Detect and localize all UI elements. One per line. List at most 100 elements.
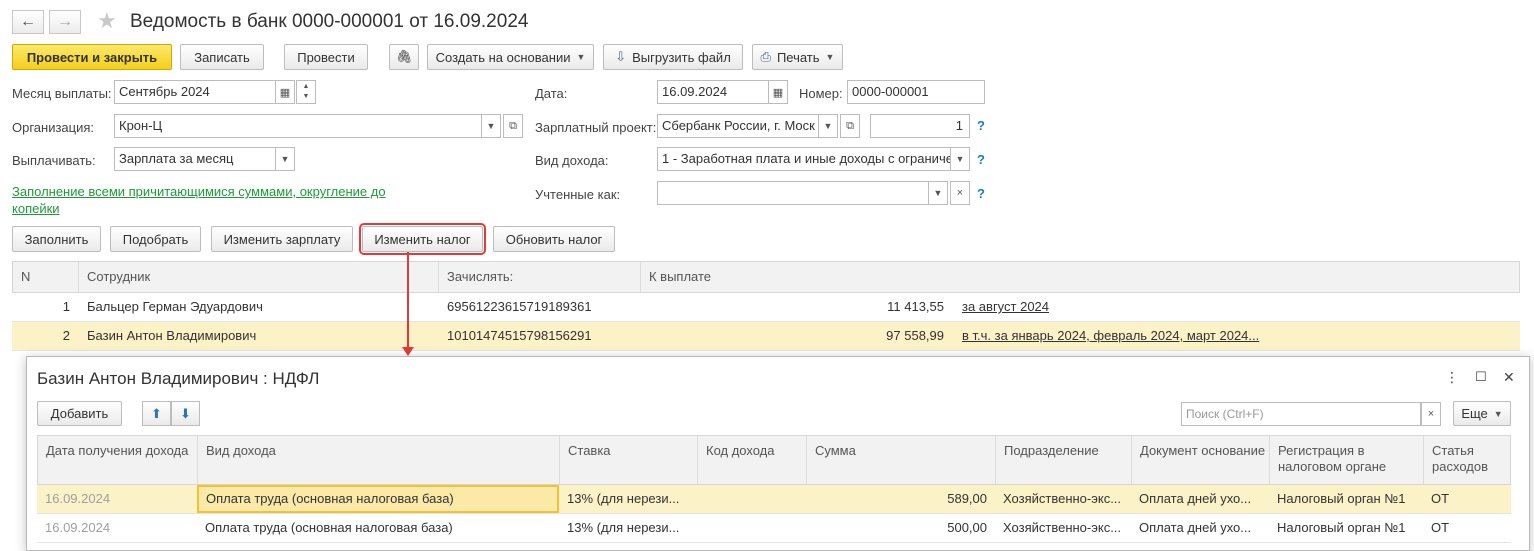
forward-button[interactable]: →	[49, 10, 81, 34]
column-header-registration[interactable]: Регистрация в налоговом органе	[1270, 436, 1424, 484]
salary-project-dropdown-button[interactable]: ▼	[818, 114, 838, 138]
table-row[interactable]: 16.09.2024 Оплата труда (основная налого…	[37, 485, 1511, 514]
column-header-account[interactable]: Зачислять:	[439, 262, 641, 292]
export-file-button[interactable]: ⇩ Выгрузить файл	[603, 44, 743, 70]
update-tax-button[interactable]: Обновить налог	[493, 226, 615, 252]
open-form-icon: ⧉	[846, 119, 854, 132]
period-link[interactable]: в т.ч. за январь 2024, февраль 2024, мар…	[962, 322, 1259, 350]
help-icon[interactable]: ?	[977, 118, 985, 133]
column-header-code[interactable]: Код дохода	[698, 436, 807, 484]
pay-label: Выплачивать:	[12, 153, 96, 168]
export-file-label: Выгрузить файл	[632, 49, 731, 65]
department: Хозяйственно-экс...	[1003, 491, 1122, 506]
close-icon: ×	[956, 187, 964, 199]
salary-project-field[interactable]: Сбербанк России, г. Моск	[657, 114, 819, 138]
post-button[interactable]: Провести	[284, 44, 368, 70]
print-label: Печать	[776, 49, 820, 65]
table-header: N Сотрудник Зачислять: К выплате	[12, 261, 1520, 293]
income-sum: 500,00	[947, 520, 987, 535]
ndfl-subwindow: Базин Антон Владимирович : НДФЛ ⋮ ☐ ✕ До…	[26, 356, 1530, 551]
arrow-up-icon: ⬆	[151, 405, 162, 421]
more-vertical-icon[interactable]: ⋮	[1445, 369, 1459, 386]
help-icon[interactable]: ?	[977, 152, 985, 167]
table-row[interactable]: 16.09.2024 Оплата труда (основная налого…	[37, 514, 1511, 543]
accounted-clear-button[interactable]: ×	[950, 181, 970, 205]
date-calendar-button[interactable]: ▦	[768, 80, 788, 104]
post-and-close-button[interactable]: Провести и закрыть	[12, 44, 172, 70]
column-header-date[interactable]: Дата получения дохода	[38, 436, 198, 484]
close-icon: ×	[1427, 408, 1435, 420]
column-header-income[interactable]: Вид дохода	[198, 436, 560, 484]
salary-project-count-field[interactable]: 1	[870, 114, 970, 138]
number-field[interactable]: 0000-000001	[847, 80, 985, 104]
column-header-amount[interactable]: К выплате	[641, 262, 1519, 292]
salary-project-open-button[interactable]: ⧉	[840, 114, 860, 138]
calendar-button[interactable]: ▦	[275, 80, 295, 104]
attach-button[interactable]: 🖇	[389, 44, 419, 70]
arrow-down-icon: ⬇	[180, 405, 191, 421]
move-down-button[interactable]: ⬇	[171, 401, 200, 426]
pay-dropdown-button[interactable]: ▼	[275, 147, 295, 171]
month-field[interactable]: Сентябрь 2024	[114, 80, 276, 104]
chevron-down-icon: ▼	[825, 52, 835, 62]
search-clear-button[interactable]: ×	[1421, 402, 1441, 426]
close-icon[interactable]: ✕	[1503, 369, 1515, 386]
column-header-employee[interactable]: Сотрудник	[79, 262, 439, 292]
pay-field[interactable]: Зарплата за месяц	[114, 147, 276, 171]
create-based-label: Создать на основании	[435, 49, 571, 65]
arrow-right-icon: →	[57, 13, 73, 30]
column-header-rate[interactable]: Ставка	[560, 436, 698, 484]
add-button[interactable]: Добавить	[37, 401, 122, 426]
period-link[interactable]: за август 2024	[962, 293, 1049, 321]
account-number: 69561223615719189361	[447, 299, 592, 314]
change-salary-button[interactable]: Изменить зарплату	[211, 226, 353, 252]
star-icon[interactable]: ★	[97, 9, 117, 33]
help-icon[interactable]: ?	[977, 186, 985, 201]
month-stepper[interactable]: ▲ ▼	[296, 80, 316, 104]
more-button[interactable]: Еще ▼	[1453, 401, 1511, 426]
select-button[interactable]: Подобрать	[110, 226, 201, 252]
row-number: 2	[62, 328, 70, 343]
column-header-sum[interactable]: Сумма	[807, 436, 996, 484]
fill-button[interactable]: Заполнить	[12, 226, 101, 252]
column-header-article[interactable]: Статья расходов	[1424, 436, 1510, 484]
maximize-icon[interactable]: ☐	[1475, 369, 1487, 385]
salary-project-label: Зарплатный проект:	[535, 120, 657, 135]
expense-article: ОТ	[1431, 520, 1450, 535]
column-header-document[interactable]: Документ основание	[1132, 436, 1270, 484]
date-field[interactable]: 16.09.2024	[657, 80, 769, 104]
accounted-dropdown-button[interactable]: ▼	[928, 181, 948, 205]
create-based-on-button[interactable]: Создать на основании ▼	[427, 44, 594, 70]
accounted-field[interactable]	[657, 181, 929, 205]
employee-name: Бальцер Герман Эдуардович	[87, 299, 263, 314]
open-form-icon: ⧉	[509, 119, 517, 132]
column-header-n[interactable]: N	[13, 262, 79, 292]
org-field[interactable]: Крон-Ц	[114, 114, 482, 138]
table-row[interactable]: 1 Бальцер Герман Эдуардович 695612236157…	[12, 293, 1520, 322]
move-up-button[interactable]: ⬆	[142, 401, 171, 426]
fill-mode-link[interactable]: Заполнение всеми причитающимися суммами,…	[12, 183, 402, 217]
print-button[interactable]: ⎙ Печать ▼	[752, 44, 843, 70]
base-document: Оплата дней ухо...	[1139, 520, 1252, 535]
annotation-arrow-head	[402, 347, 414, 356]
table-row[interactable]: 2 Базин Антон Владимирович 1010147451579…	[12, 322, 1520, 351]
income-code	[705, 514, 805, 542]
income-type[interactable]: Оплата труда (основная налоговая база)	[197, 485, 559, 513]
back-button[interactable]: ←	[12, 10, 44, 34]
income-type-field[interactable]: 1 - Заработная плата и иные доходы с огр…	[657, 147, 951, 171]
accounted-label: Учтенные как:	[535, 187, 621, 202]
org-open-button[interactable]: ⧉	[503, 114, 523, 138]
org-label: Организация:	[12, 120, 95, 135]
income-type-dropdown-button[interactable]: ▼	[950, 147, 970, 171]
income-type-label: Вид дохода:	[535, 153, 609, 168]
tax-registration: Налоговый орган №1	[1277, 491, 1406, 506]
search-input[interactable]: Поиск (Ctrl+F)	[1181, 402, 1421, 426]
org-dropdown-button[interactable]: ▼	[481, 114, 501, 138]
tax-rate: 13% (для нерези...	[567, 520, 680, 535]
income-date: 16.09.2024	[45, 520, 111, 535]
column-header-dept[interactable]: Подразделение	[996, 436, 1132, 484]
save-button[interactable]: Записать	[180, 44, 264, 70]
chevron-down-icon: ▼	[486, 121, 496, 131]
change-tax-button[interactable]: Изменить налог	[359, 223, 486, 255]
annotation-arrow-line	[407, 252, 409, 348]
